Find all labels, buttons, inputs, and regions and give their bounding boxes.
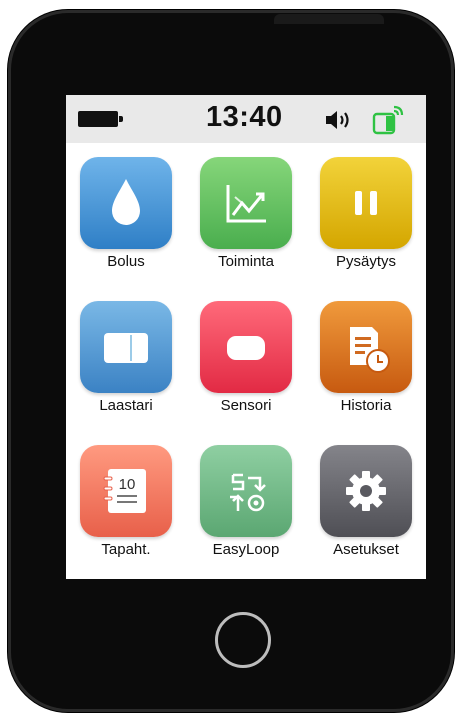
app-label: EasyLoop [212,541,280,558]
app-tapahtumat[interactable]: 10 Tapaht. [80,445,172,558]
screen: 13:40 Bolus Toiminta Pysäytys Laastari S… [66,95,426,579]
status-bar: 13:40 [66,95,426,143]
chart-icon [226,185,266,223]
pause-icon [355,191,377,215]
bolus-tile[interactable] [80,157,172,249]
app-asetukset[interactable]: Asetukset [320,445,412,558]
app-pysaytys[interactable]: Pysäytys [320,157,412,270]
app-label: Sensori [220,397,272,414]
app-label: Bolus [107,253,145,270]
loop-icon [230,473,266,512]
pysaytys-tile[interactable] [320,157,412,249]
historia-tile[interactable] [320,301,412,393]
app-label: Asetukset [333,541,399,558]
history-icon [350,327,390,373]
clock: 13:40 [206,101,283,133]
toiminta-tile[interactable] [200,157,292,249]
tapahtumat-tile[interactable]: 10 [80,445,172,537]
signal-icon [372,105,404,135]
app-sensori[interactable]: Sensori [200,301,292,414]
app-label: Tapaht. [101,541,151,558]
sensori-tile[interactable] [200,301,292,393]
app-label: Historia [340,397,392,414]
battery-icon [78,111,123,127]
laastari-tile[interactable] [80,301,172,393]
app-bolus[interactable]: Bolus [80,157,172,270]
app-label: Pysäytys [335,253,396,270]
home-button[interactable] [215,612,271,668]
app-label: Toiminta [218,253,274,270]
device-frame: 13:40 Bolus Toiminta Pysäytys Laastari S… [8,10,454,712]
patch-icon [104,333,148,363]
calendar-icon: 10 [103,469,146,513]
app-laastari[interactable]: Laastari [80,301,172,414]
app-toiminta[interactable]: Toiminta [200,157,292,270]
drop-icon [112,179,140,225]
app-easyloop[interactable]: EasyLoop [200,445,292,558]
easyloop-tile[interactable] [200,445,292,537]
app-label: Laastari [99,397,153,414]
gear-icon [346,471,386,511]
calendar-day: 10 [119,476,136,493]
app-historia[interactable]: Historia [320,301,412,414]
sensor-icon [227,336,265,360]
power-button[interactable] [274,14,384,24]
speaker-icon [326,111,349,129]
asetukset-tile[interactable] [320,445,412,537]
